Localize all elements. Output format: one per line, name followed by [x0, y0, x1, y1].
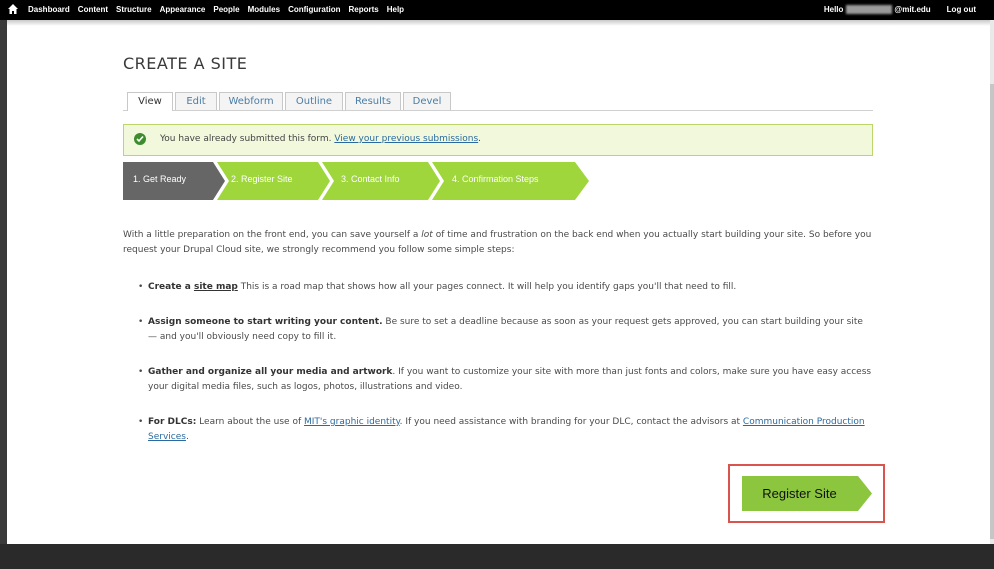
tab-results[interactable]: Results — [345, 92, 401, 110]
list-item-bold: Assign someone to start writing your con… — [148, 317, 383, 327]
list-item-text: . — [185, 432, 189, 442]
list-item-text: This is a road map that shows how all yo… — [237, 282, 737, 292]
list-item-bold: Create a — [148, 282, 194, 292]
left-edge — [0, 20, 7, 544]
bullet: • — [138, 417, 144, 427]
register-site-label[interactable]: Register Site — [742, 476, 857, 511]
check-icon — [134, 133, 146, 145]
menu-appearance[interactable]: Appearance — [160, 5, 206, 14]
tab-devel[interactable]: Devel — [403, 92, 451, 110]
status-message: You have already submitted this form. Vi… — [123, 124, 873, 156]
page-title: CREATE A SITE — [123, 54, 248, 73]
admin-menu: Dashboard Content Structure Appearance P… — [28, 5, 412, 14]
logout-link[interactable]: Log out — [947, 5, 976, 14]
step-get-ready: 1. Get Ready — [133, 174, 187, 184]
footer — [0, 544, 994, 569]
intro-text-1: With a little preparation on the front e… — [123, 230, 422, 240]
step-register-site: 2. Register Site — [231, 174, 293, 184]
user-email[interactable]: @mit.edu — [894, 5, 930, 14]
intro-paragraph: With a little preparation on the front e… — [123, 228, 873, 258]
list-item-text: . If you need assistance with branding f… — [399, 417, 743, 427]
menu-configuration[interactable]: Configuration — [288, 5, 340, 14]
list-item: • Gather and organize all your media and… — [138, 365, 872, 395]
status-period: . — [478, 134, 482, 144]
menu-modules[interactable]: Modules — [248, 5, 280, 14]
list-item: • Create a site map This is a road map t… — [138, 280, 872, 295]
status-text: You have already submitted this form. Vi… — [160, 134, 481, 144]
list-item-text: Learn about the use of — [196, 417, 304, 427]
graphic-identity-link[interactable]: MIT's graphic identity — [304, 417, 400, 427]
list-item-bold: For DLCs: — [148, 417, 197, 427]
hello-text: Hello — [823, 5, 844, 14]
step-confirmation: 4. Confirmation Steps — [452, 174, 539, 184]
menu-reports[interactable]: Reports — [349, 5, 379, 14]
previous-submissions-link[interactable]: View your previous submissions — [334, 134, 478, 144]
admin-toolbar: Dashboard Content Structure Appearance P… — [0, 0, 994, 20]
list-item: • For DLCs: Learn about the use of MIT's… — [138, 415, 872, 445]
register-site-button[interactable]: Register Site — [742, 476, 872, 511]
bullet: • — [138, 317, 144, 327]
step-contact-info: 3. Contact Info — [341, 174, 400, 184]
tab-webform[interactable]: Webform — [219, 92, 283, 110]
toolbar-shadow — [7, 20, 990, 26]
intro-emphasis: lot — [421, 230, 433, 240]
menu-people[interactable]: People — [213, 5, 239, 14]
tab-edit[interactable]: Edit — [175, 92, 217, 110]
menu-dashboard[interactable]: Dashboard — [28, 5, 70, 14]
bullet: • — [138, 282, 144, 292]
tab-view[interactable]: View — [127, 92, 173, 111]
scrollbar[interactable] — [990, 20, 994, 544]
list-item: • Assign someone to start writing your c… — [138, 315, 872, 345]
menu-structure[interactable]: Structure — [116, 5, 152, 14]
step-progress: 1. Get Ready 2. Register Site 3. Contact… — [123, 162, 593, 200]
scrollbar-thumb[interactable] — [990, 84, 994, 539]
redacted-username — [846, 5, 893, 14]
site-map-link[interactable]: site map — [194, 282, 238, 292]
user-area: Hello @mit.edu Log out — [824, 5, 976, 14]
status-message-text: You have already submitted this form. — [160, 134, 332, 144]
home-icon[interactable] — [8, 4, 18, 14]
tab-outline[interactable]: Outline — [285, 92, 343, 110]
bullet: • — [138, 367, 144, 377]
node-tabs: View Edit Webform Outline Results Devel — [123, 92, 873, 111]
menu-content[interactable]: Content — [78, 5, 108, 14]
list-item-bold: Gather and organize all your media and a… — [148, 367, 393, 377]
menu-help[interactable]: Help — [387, 5, 404, 14]
